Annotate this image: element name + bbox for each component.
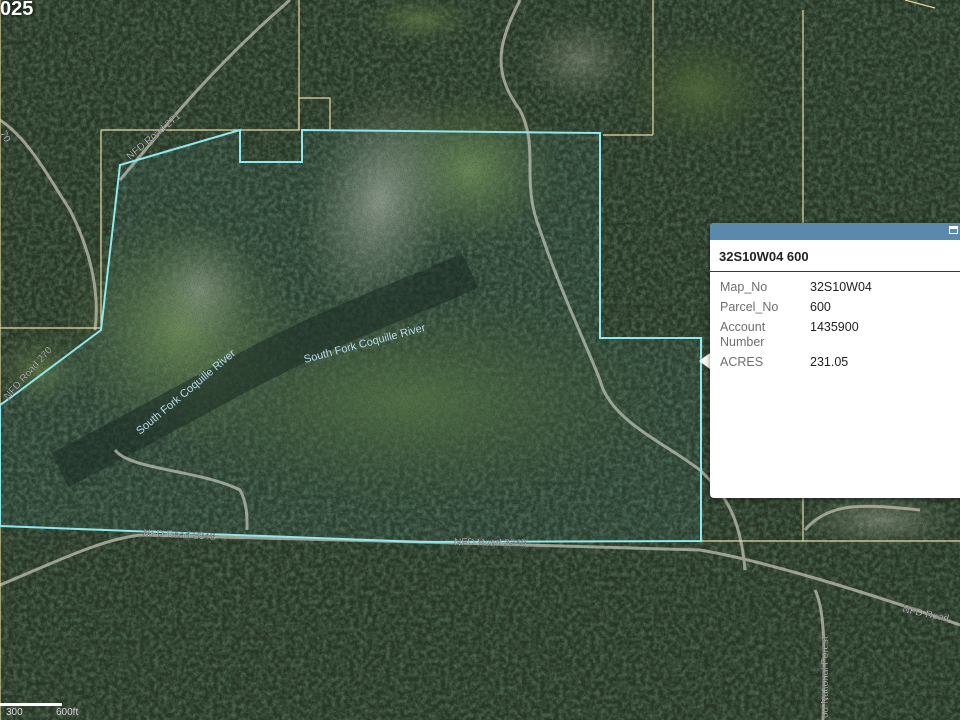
scale-label-300: 300: [6, 707, 23, 718]
attribute-value: 231.05: [810, 355, 849, 369]
parcel-popup: 32S10W04 600 Map_No 32S10W04 Parcel_No 6…: [710, 223, 960, 498]
popup-title: 32S10W04 600: [710, 240, 960, 272]
attribute-value: 1435900: [810, 320, 859, 334]
attribute-key: ACRES: [720, 355, 764, 369]
map-sheet-label: 025: [0, 0, 34, 20]
attribute-row: Map_No 32S10W04: [710, 280, 960, 300]
popup-attribute-table: Map_No 32S10W04 Parcel_No 600 Account Nu…: [710, 280, 960, 375]
scale-bar: 300 600ft: [0, 700, 78, 720]
popup-pointer: [699, 353, 710, 369]
attribute-row: Account Number 1435900: [710, 320, 960, 355]
attribute-value: 32S10W04: [810, 280, 872, 294]
scale-line: [0, 703, 62, 706]
attribute-value: 600: [810, 300, 831, 314]
road-label-forest: ou National Forest: [820, 636, 831, 718]
scale-label-600ft: 600ft: [56, 707, 79, 718]
attribute-row: ACRES 231.05: [710, 355, 960, 375]
road-label-nfd-3348-mid: NFD Road 3348: [454, 537, 527, 549]
attribute-row: Parcel_No 600: [710, 300, 960, 320]
attribute-key: Parcel_No: [720, 300, 779, 314]
attribute-key: Account Number: [720, 320, 766, 349]
maximize-icon[interactable]: [949, 226, 958, 234]
popup-header: [710, 223, 960, 240]
attribute-key: Map_No: [720, 280, 768, 294]
